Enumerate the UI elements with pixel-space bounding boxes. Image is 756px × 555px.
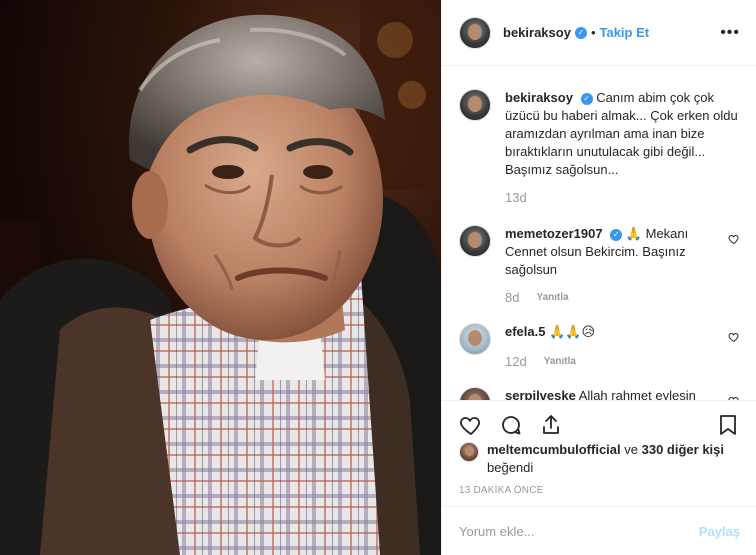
like-heart-icon[interactable] [459,413,483,437]
likes-count-link[interactable]: 330 diğer kişi [642,442,724,457]
verified-badge-icon: ✓ [580,92,593,105]
action-bar [442,400,756,440]
more-options-icon[interactable]: ••• [720,24,740,42]
comment-age[interactable]: 8d [505,289,519,307]
reply-button[interactable]: Yanıtla [536,289,568,307]
comment-text: Allah rahmet eylesin [578,388,696,400]
likes-summary: meltemcumbulofficial ve 330 diğer kişi b… [459,441,749,477]
share-icon[interactable] [539,413,563,437]
likes-connector: ve [624,442,638,457]
reply-button[interactable]: Yanıtla [544,353,576,371]
post-header: bekiraksoy ✓ • Takip Et ••• [442,0,756,66]
likes-suffix: beğendi [487,460,534,475]
comment-username[interactable]: serpilveske [505,388,576,400]
bookmark-icon[interactable] [716,413,740,437]
comment-username[interactable]: memetozer1907 [505,226,603,241]
comment-item: efela.5 🙏🙏😥 12d Yanıtla [459,323,740,371]
liker-username[interactable]: meltemcumbulofficial [487,442,621,457]
comment-item: memetozer1907 ✓ 🙏 Mekanı Cennet olsun Be… [459,225,740,307]
post-timestamp[interactable]: 13 DAKİKA ÖNCE [459,485,544,496]
commenter-avatar[interactable] [459,323,491,355]
comments-list[interactable]: bekiraksoy ✓ Canım abim çok çok üzücü bu… [442,67,756,400]
caption-avatar[interactable] [459,89,491,121]
comment-text: 🙏🙏😥 [549,324,596,339]
commenter-avatar[interactable] [459,225,491,257]
post-photo[interactable] [0,0,441,555]
verified-badge-icon: ✓ [574,26,587,39]
author-username[interactable]: bekiraksoy [503,25,571,40]
comment-input[interactable] [459,523,699,539]
liker-avatar[interactable] [459,442,479,462]
comment-bubble-icon[interactable] [499,413,523,437]
commenter-avatar[interactable] [459,387,491,400]
portrait-image [0,0,441,555]
caption-username[interactable]: bekiraksoy [505,90,573,105]
like-comment-heart-icon[interactable] [728,233,740,245]
verified-badge-icon: ✓ [610,228,623,241]
post-sidebar: bekiraksoy ✓ • Takip Et ••• bekiraksoy ✓… [441,0,756,555]
comment-age[interactable]: 12d [505,353,527,371]
follow-button[interactable]: Takip Et [600,25,650,40]
caption-age[interactable]: 13d [505,189,527,207]
comment-item: serpilveske Allah rahmet eylesin [459,387,740,400]
author-avatar[interactable] [459,16,491,49]
like-comment-heart-icon[interactable] [728,331,740,343]
caption: bekiraksoy ✓ Canım abim çok çok üzücü bu… [459,89,740,207]
separator-dot: • [590,25,596,40]
add-comment-bar: Paylaş [442,506,756,555]
post-comment-button[interactable]: Paylaş [699,524,740,539]
comment-username[interactable]: efela.5 [505,324,545,339]
